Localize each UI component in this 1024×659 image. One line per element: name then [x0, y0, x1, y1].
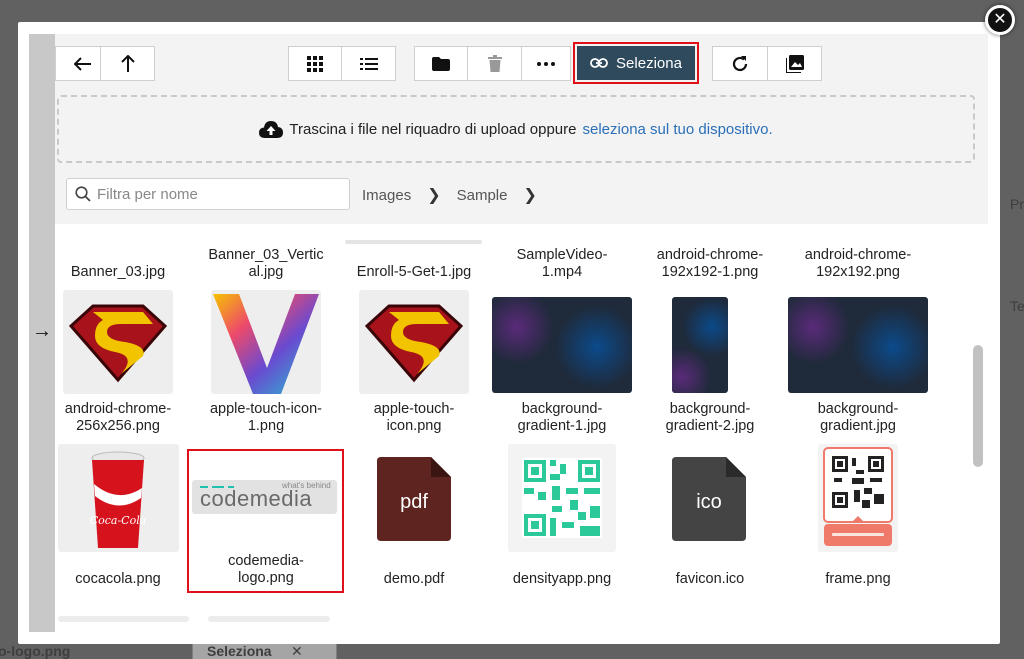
thumbnail-cocacola-cup[interactable]: Coca-Cola — [58, 444, 179, 552]
file-name[interactable]: apple-touch-icon-1.png — [201, 401, 331, 435]
grid-view-button[interactable] — [288, 46, 342, 81]
filter-input[interactable] — [97, 185, 337, 203]
file-name[interactable]: cocacola.png — [53, 571, 183, 588]
ico-label: ico — [696, 491, 722, 513]
pdf-file-icon[interactable]: pdf — [377, 457, 451, 541]
folder-icon — [432, 56, 450, 71]
trash-icon — [487, 55, 502, 72]
arrow-left-icon — [73, 56, 91, 71]
thumbnail-background-gradient[interactable] — [788, 297, 928, 393]
chevron-right-icon: ❯ — [523, 187, 537, 204]
cocacola-logo-text: Coca-Cola — [90, 514, 147, 527]
list-view-button[interactable] — [341, 46, 396, 81]
delete-button[interactable] — [467, 46, 522, 81]
breadcrumb: Images ❯ Sample ❯ — [362, 185, 537, 205]
close-icon: ✕ — [993, 11, 1007, 28]
dropzone-text: Trascina i file nel riquadro di upload o… — [289, 120, 577, 138]
pdf-label: pdf — [400, 491, 428, 513]
close-button[interactable]: ✕ — [985, 5, 1015, 35]
thumbnail-edge — [345, 240, 482, 244]
background-filename: o-logo.png — [0, 643, 71, 659]
file-name[interactable]: codemedia-logo.png — [201, 553, 331, 587]
file-name[interactable]: Enroll-5-Get-1.jpg — [349, 264, 479, 281]
more-horizontal-icon — [537, 61, 555, 66]
arrow-up-icon — [120, 54, 135, 72]
cloud-upload-icon — [259, 120, 284, 138]
select-button-label: Seleziona — [616, 54, 682, 72]
file-name[interactable]: Banner_03_Vertical.jpg — [201, 247, 331, 281]
parent-folder-button[interactable] — [100, 46, 155, 81]
thumbnail-qr-code[interactable] — [508, 444, 616, 552]
upload-dropzone[interactable]: Trascina i file nel riquadro di upload o… — [57, 95, 975, 163]
thumbnail-frame-qr[interactable] — [818, 444, 898, 552]
file-name[interactable]: densityapp.png — [497, 571, 627, 588]
list-icon — [359, 57, 378, 70]
arrow-right-icon[interactable]: → — [32, 320, 52, 343]
file-name[interactable]: Banner_03.jpg — [53, 264, 183, 281]
thumbnail-gradient-v[interactable] — [211, 290, 321, 394]
thumbnail-edge — [58, 616, 189, 622]
thumbnail-background-gradient[interactable] — [672, 297, 728, 393]
thumbnail-edge — [208, 616, 330, 622]
select-button[interactable]: Seleziona — [573, 42, 699, 84]
image-editor-button[interactable] — [767, 46, 822, 81]
file-name[interactable]: demo.pdf — [349, 571, 479, 588]
more-options-button[interactable] — [521, 46, 571, 81]
grid-icon — [307, 55, 323, 72]
file-name[interactable]: background-gradient.jpg — [793, 401, 923, 435]
new-folder-button[interactable] — [414, 46, 468, 81]
refresh-button[interactable] — [712, 46, 768, 81]
file-name[interactable]: SampleVideo-1.mp4 — [497, 247, 627, 281]
link-icon — [590, 58, 608, 68]
file-name[interactable]: background-gradient-2.jpg — [645, 401, 775, 435]
breadcrumb-item-sample[interactable]: Sample — [457, 187, 508, 204]
file-name[interactable]: favicon.ico — [645, 571, 775, 588]
file-name[interactable]: android-chrome-192x192.png — [793, 247, 923, 281]
file-name[interactable]: frame.png — [793, 571, 923, 588]
scrollbar-thumb[interactable] — [973, 345, 983, 467]
file-name[interactable]: background-gradient-1.jpg — [497, 401, 627, 435]
filter-field[interactable] — [66, 178, 350, 210]
search-icon — [75, 186, 91, 202]
breadcrumb-item-images[interactable]: Images — [362, 187, 411, 204]
file-name[interactable]: android-chrome-256x256.png — [53, 401, 183, 435]
thumbnail-superman-logo[interactable] — [359, 290, 469, 394]
chevron-right-icon: ❯ — [427, 187, 441, 204]
file-name[interactable]: android-chrome-192x192-1.png — [645, 247, 775, 281]
refresh-icon — [732, 55, 748, 71]
file-name[interactable]: apple-touch-icon.png — [349, 401, 479, 435]
thumbnail-superman-logo[interactable] — [63, 290, 173, 394]
ico-file-icon[interactable]: ico — [672, 457, 746, 541]
images-icon — [785, 54, 804, 73]
thumbnail-background-gradient[interactable] — [492, 297, 632, 393]
select-from-device-link[interactable]: seleziona sul tuo dispositivo. — [583, 121, 773, 138]
